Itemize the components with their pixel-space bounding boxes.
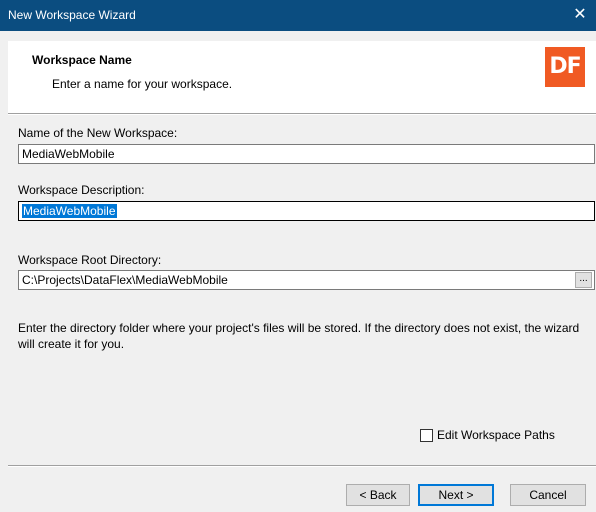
- next-button[interactable]: Next >: [418, 484, 494, 506]
- title-bar[interactable]: New Workspace Wizard ✕: [0, 0, 596, 31]
- edit-paths-label: Edit Workspace Paths: [437, 428, 555, 442]
- workspace-root-value: C:\Projects\DataFlex\MediaWebMobile: [22, 273, 228, 287]
- back-button[interactable]: < Back: [346, 484, 410, 506]
- page-subtitle: Enter a name for your workspace.: [52, 77, 233, 91]
- close-icon[interactable]: ✕: [564, 0, 596, 31]
- workspace-description-label: Workspace Description:: [18, 183, 145, 197]
- workspace-description-input[interactable]: MediaWebMobile: [18, 201, 595, 221]
- page-title: Workspace Name: [32, 53, 132, 67]
- footer-divider: [8, 465, 596, 467]
- edit-paths-checkbox[interactable]: [420, 429, 433, 442]
- dataflex-logo: DF: [545, 47, 585, 87]
- workspace-description-value: MediaWebMobile: [22, 204, 117, 218]
- wizard-header: Workspace Name Enter a name for your wor…: [8, 41, 596, 113]
- workspace-root-label: Workspace Root Directory:: [18, 253, 162, 267]
- workspace-name-input[interactable]: MediaWebMobile: [18, 144, 595, 164]
- help-text: Enter the directory folder where your pr…: [18, 321, 580, 351]
- wizard-window: New Workspace Wizard ✕ Workspace Name En…: [0, 0, 596, 512]
- window-title: New Workspace Wizard: [8, 8, 136, 22]
- workspace-root-input[interactable]: C:\Projects\DataFlex\MediaWebMobile: [18, 270, 595, 290]
- workspace-name-label: Name of the New Workspace:: [18, 126, 178, 140]
- browse-button[interactable]: ...: [575, 272, 592, 288]
- workspace-name-value: MediaWebMobile: [22, 147, 115, 161]
- cancel-button[interactable]: Cancel: [510, 484, 586, 506]
- header-divider: [8, 113, 596, 115]
